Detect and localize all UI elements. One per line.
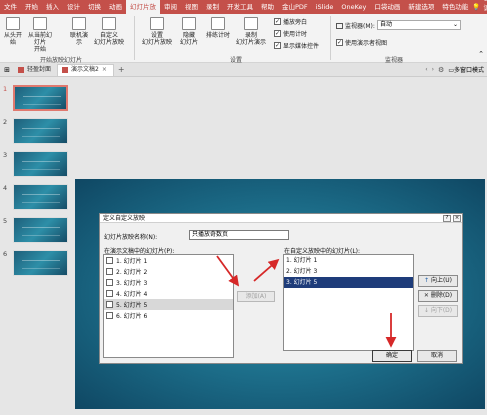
arrow-to-add <box>216 255 240 287</box>
annotation-arrows <box>216 255 397 348</box>
arrow-to-list <box>253 258 280 282</box>
